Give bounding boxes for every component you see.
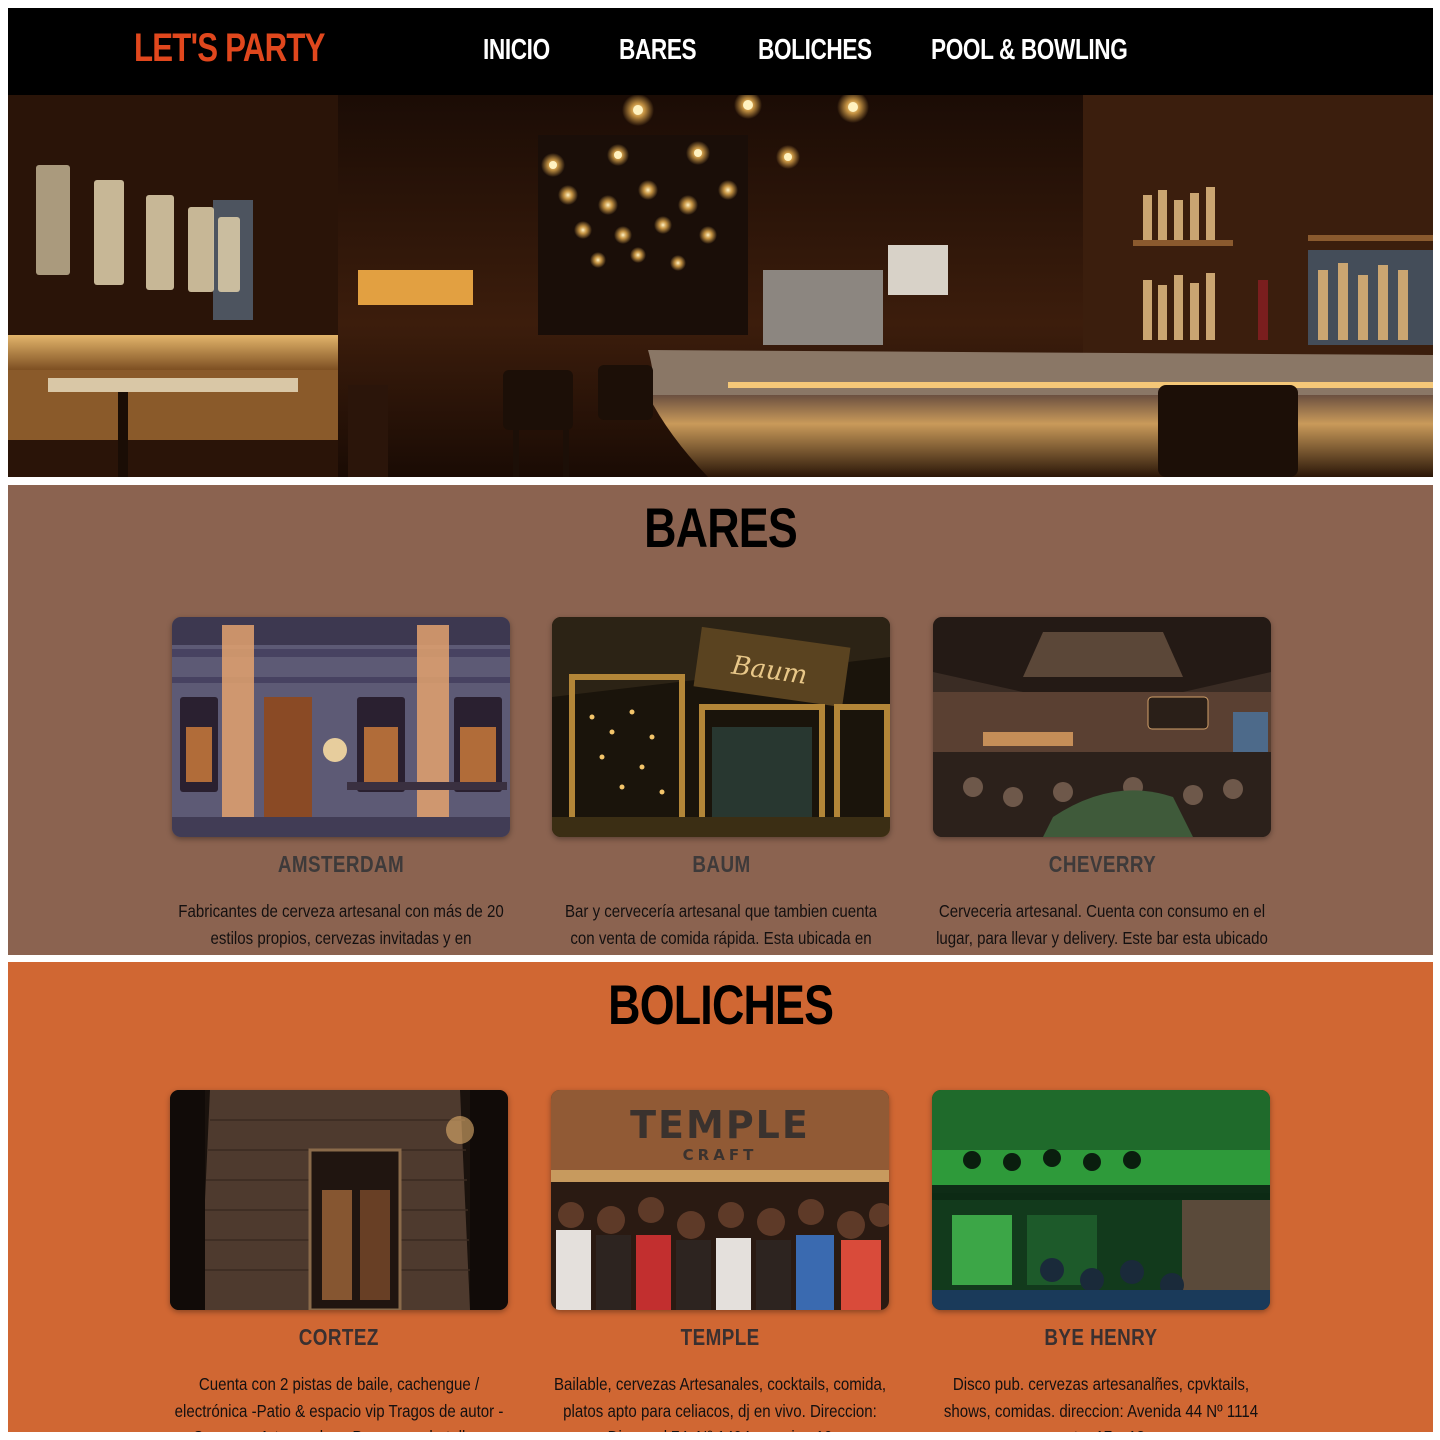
- boliche-card-bye-henry[interactable]: BYE HENRY Disco pub. cervezas artesanalñ…: [932, 1090, 1270, 1432]
- card-name: BAUM: [691, 851, 751, 877]
- temple-sign-subtext: CRAFT: [683, 1146, 758, 1164]
- bar-card-cheverry[interactable]: CHEVERRY Cerveceria artesanal. Cuenta co…: [933, 617, 1271, 955]
- card-description: Cerveceria artesanal. Cuenta con consumo…: [936, 901, 1268, 955]
- bares-title: BARES: [644, 496, 798, 559]
- bar-card-amsterdam[interactable]: AMSTERDAM Fabricantes de cerveza artesan…: [172, 617, 510, 955]
- card-description: Bailable, cervezas Artesanales, cocktail…: [553, 1374, 887, 1432]
- bares-section: BARES AMSTERDAM Fabricantes de cerveza a…: [8, 485, 1433, 955]
- card-name: TEMPLE: [680, 1324, 760, 1350]
- nav-item-pool-bowling[interactable]: POOL & BOWLING: [931, 34, 1128, 67]
- boliches-section: BOLICHES CORTEZ Cuenta con 2 pistas de b…: [8, 962, 1433, 1432]
- temple-sign-text: TEMPLE: [630, 1103, 810, 1147]
- card-description: Bar y cervecería artesanal que tambien c…: [564, 901, 878, 955]
- home-panel: LET'S PARTY INICIO BARES BOLICHES POOL &…: [8, 8, 1433, 477]
- temple-image[interactable]: TEMPLE CRAFT: [551, 1090, 889, 1310]
- card-description: Disco pub. cervezas artesanalñes, cpvkta…: [943, 1374, 1259, 1432]
- boliches-title: BOLICHES: [607, 973, 834, 1036]
- cortez-image[interactable]: [170, 1090, 508, 1310]
- baum-image[interactable]: Baum: [552, 617, 890, 837]
- boliche-card-cortez[interactable]: CORTEZ Cuenta con 2 pistas de baile, cac…: [170, 1090, 508, 1432]
- cheverry-image[interactable]: [933, 617, 1271, 837]
- bar-card-baum[interactable]: Baum BAUM Bar y cervecería artesanal que…: [552, 617, 890, 955]
- nav-item-inicio[interactable]: INICIO: [483, 34, 550, 67]
- nav-item-boliches[interactable]: BOLICHES: [758, 34, 872, 67]
- card-name: CORTEZ: [298, 1324, 380, 1350]
- card-name: CHEVERRY: [1048, 851, 1156, 877]
- nav-item-bares[interactable]: BARES: [619, 34, 697, 67]
- boliche-card-temple[interactable]: TEMPLE CRAFT TEMPLE Bailable, cervezas A…: [551, 1090, 889, 1432]
- card-description: Cuenta con 2 pistas de baile, cachengue …: [174, 1374, 504, 1432]
- card-name: BYE HENRY: [1044, 1324, 1158, 1350]
- card-name: AMSTERDAM: [277, 851, 405, 877]
- hero-image: [8, 95, 1433, 477]
- bye-henry-image[interactable]: [932, 1090, 1270, 1310]
- amsterdam-image[interactable]: [172, 617, 510, 837]
- navbar: LET'S PARTY INICIO BARES BOLICHES POOL &…: [8, 8, 1433, 95]
- card-description: Fabricantes de cerveza artesanal con más…: [178, 901, 504, 955]
- brand-logo[interactable]: LET'S PARTY: [134, 26, 325, 71]
